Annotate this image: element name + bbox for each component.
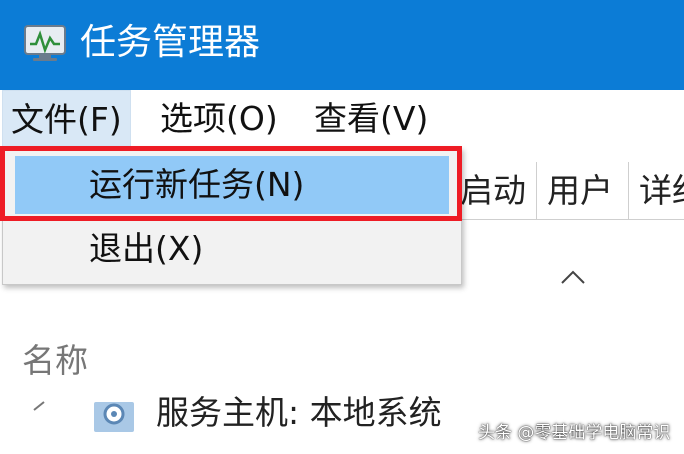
watermark: 头条 @零基础学电脑常识 (478, 423, 671, 443)
title-bar: 任务管理器 (0, 0, 684, 90)
sort-chevron-up-icon[interactable] (560, 268, 586, 286)
column-header-name[interactable]: 名称 (22, 338, 88, 384)
tab-details[interactable]: 详细 (628, 162, 684, 220)
menu-item-exit[interactable]: 退出(X) (15, 220, 449, 278)
gear-icon (94, 402, 134, 432)
menu-bar: 文件(F) 选项(O) 查看(V) (0, 90, 684, 148)
chevron-right-icon[interactable] (30, 396, 48, 414)
window-title: 任务管理器 (80, 22, 261, 63)
tab-divider (456, 219, 684, 220)
tab-startup[interactable]: 启动 (456, 162, 536, 220)
menu-view[interactable]: 查看(V) (306, 90, 436, 148)
menu-file[interactable]: 文件(F) (2, 90, 131, 148)
process-name: 服务主机: 本地系统 (156, 393, 442, 432)
task-manager-icon (24, 25, 66, 61)
tab-users[interactable]: 用户 (536, 162, 623, 220)
menu-options[interactable]: 选项(O) (152, 90, 286, 148)
file-menu-dropdown: 运行新任务(N) 退出(X) (2, 147, 462, 285)
menu-item-run-new-task[interactable]: 运行新任务(N) (15, 156, 449, 214)
